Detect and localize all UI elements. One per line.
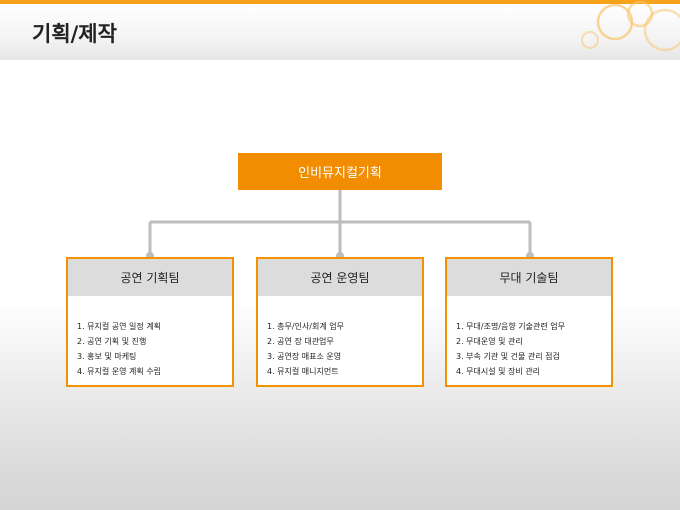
list-item: 1. 총무/인사/회계 업무 xyxy=(267,322,344,331)
team-task-list: 1. 무대/조명/음향 기술관련 업무 2. 무대운영 및 관리 3. 부속 기… xyxy=(447,296,611,379)
list-item: 4. 뮤지컬 매니지먼트 xyxy=(267,367,339,376)
list-item: 3. 공연장 매표소 운영 xyxy=(267,352,342,361)
team-task-list: 1. 뮤지컬 공연 일정 계획 2. 공연 기획 및 진행 3. 홍보 및 마케… xyxy=(68,296,232,379)
list-item: 2. 공연 기획 및 진행 xyxy=(77,337,147,346)
list-item: 3. 부속 기관 및 건물 관리 점검 xyxy=(456,352,560,361)
org-connectors xyxy=(146,190,534,260)
list-item: 3. 홍보 및 마케팅 xyxy=(77,352,137,361)
team-header: 공연 기획팀 xyxy=(68,259,232,296)
list-item: 4. 뮤지컬 운영 계획 수립 xyxy=(77,367,162,376)
list-item: 2. 무대운영 및 관리 xyxy=(456,337,523,346)
root-label: 인비뮤지컬기획 xyxy=(298,166,382,181)
root-node: 인비뮤지컬기획 xyxy=(238,153,442,190)
list-item: 1. 뮤지컬 공연 일정 계획 xyxy=(77,322,162,331)
team-task-list: 1. 총무/인사/회계 업무 2. 공연 장 대관업무 3. 공연장 매표소 운… xyxy=(258,296,422,379)
team-header: 무대 기술팀 xyxy=(447,259,611,296)
team-header: 공연 운영팀 xyxy=(258,259,422,296)
list-item: 2. 공연 장 대관업무 xyxy=(267,337,334,346)
team-box-stage-tech: 무대 기술팀 1. 무대/조명/음향 기술관련 업무 2. 무대운영 및 관리 … xyxy=(445,257,613,387)
list-item: 4. 무대시설 및 장비 관리 xyxy=(456,367,541,376)
team-box-planning: 공연 기획팀 1. 뮤지컬 공연 일정 계획 2. 공연 기획 및 진행 3. … xyxy=(66,257,234,387)
team-box-operations: 공연 운영팀 1. 총무/인사/회계 업무 2. 공연 장 대관업무 3. 공연… xyxy=(256,257,424,387)
list-item: 1. 무대/조명/음향 기술관련 업무 xyxy=(456,322,565,331)
